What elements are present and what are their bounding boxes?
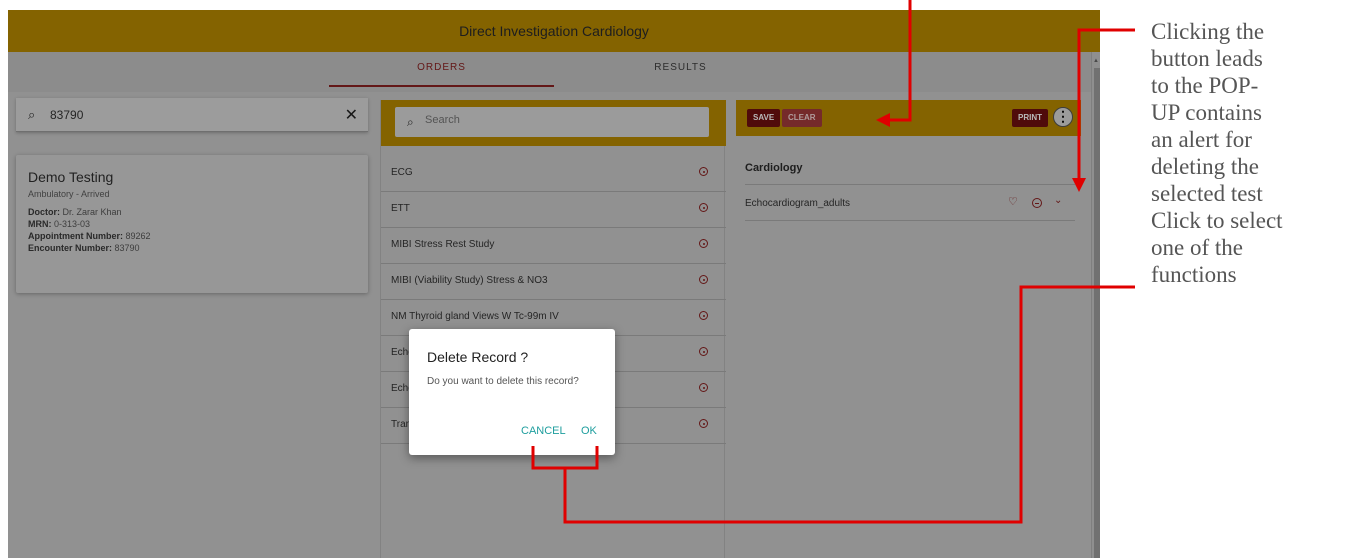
arrowhead [876, 113, 890, 127]
annotation-line [563, 285, 1135, 524]
annotation-text: Clicking the button leads to the POP- UP… [1151, 19, 1283, 287]
annotation-bracket [531, 446, 599, 470]
annotation-arrows [531, 0, 1135, 524]
annotation-line [888, 0, 912, 122]
annotation-line [1077, 28, 1135, 182]
arrowhead [1072, 178, 1086, 192]
